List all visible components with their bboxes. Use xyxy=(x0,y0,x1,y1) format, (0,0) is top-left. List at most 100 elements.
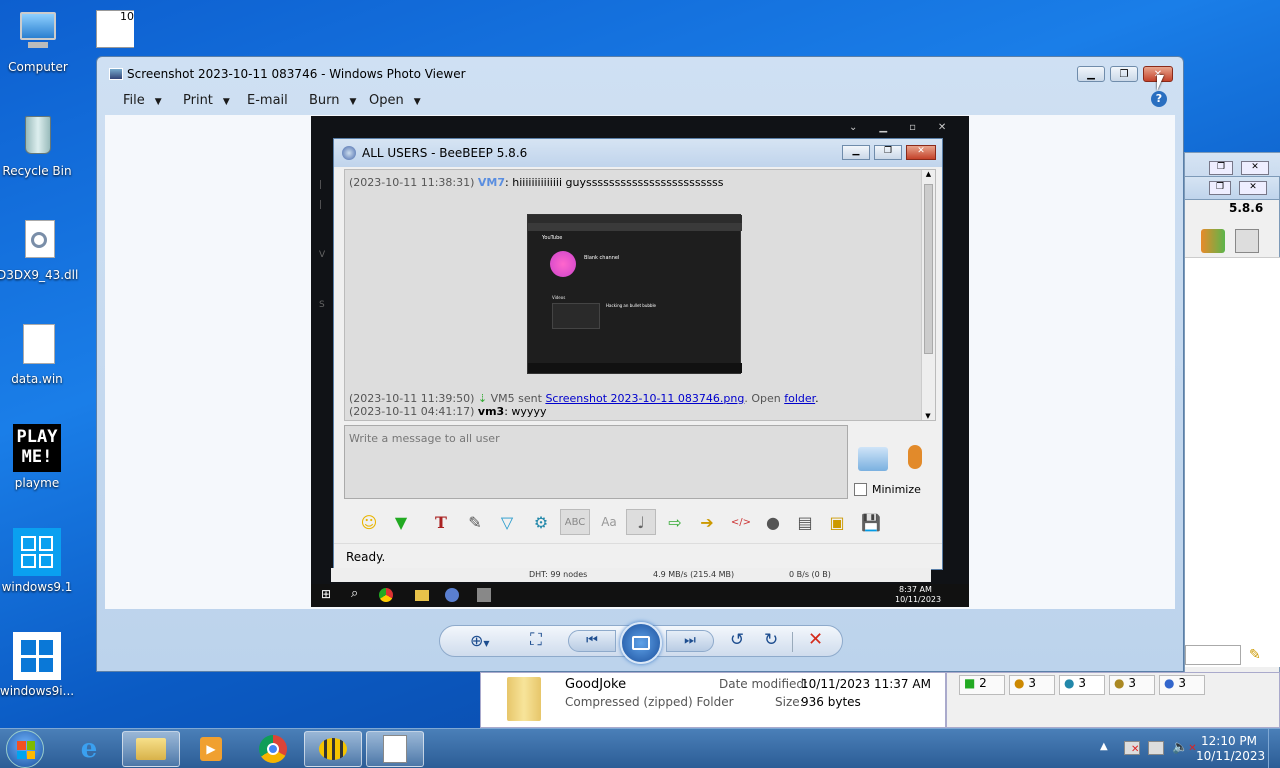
close-button[interactable]: ✕ xyxy=(1241,161,1269,175)
close-button[interactable]: ✕ xyxy=(1239,181,1267,195)
desktop-icon-recycle-bin[interactable]: Recycle Bin xyxy=(0,112,77,178)
desktop-icon-label: Computer xyxy=(8,60,68,74)
menu-burn[interactable]: Burn ▼ xyxy=(309,93,356,108)
message-text: : wyyyy xyxy=(504,405,547,418)
desktop-icon-label: D3DX9_43.dll xyxy=(0,268,79,282)
clock-time: 12:10 PM xyxy=(1201,734,1257,748)
inner-taskbar: ⊞ ⌕ 8:37 AM 10/11/2023 xyxy=(311,584,969,607)
scrollbar: ▲ ▼ xyxy=(921,170,935,420)
computer-icon xyxy=(14,8,62,56)
clear-icon[interactable]: ✎ xyxy=(1249,647,1261,663)
maximize-button[interactable]: ❐ xyxy=(1209,161,1233,175)
menu-open[interactable]: Open ▼ xyxy=(369,93,421,108)
video-thumbnail xyxy=(552,303,600,329)
taskbar-photo-viewer[interactable] xyxy=(366,731,424,767)
background-beebeep-window[interactable]: ❐ ✕ 5.8.6 ✎ xyxy=(1184,152,1280,728)
message-text: . xyxy=(815,392,819,405)
upload-icon[interactable] xyxy=(1201,229,1225,253)
size-label: Size: xyxy=(775,695,804,709)
people-icon: ● xyxy=(1114,676,1125,690)
beebeep-chat-window: ALL USERS - BeeBEEP 5.8.6 ▁ ❐ ✕ (2023-10… xyxy=(333,138,943,570)
show-desktop-button[interactable] xyxy=(1268,729,1280,768)
taskbar-explorer[interactable] xyxy=(122,731,180,767)
menu-file[interactable]: File ▼ xyxy=(123,93,162,108)
rotate-right-icon[interactable]: ↻ xyxy=(764,630,778,650)
minimize-button[interactable]: ▁ xyxy=(1077,66,1105,82)
rotate-left-icon[interactable]: ↺ xyxy=(730,630,744,650)
delete-icon[interactable] xyxy=(1235,229,1259,253)
help-icon[interactable]: ? xyxy=(1151,91,1167,107)
windows-start-icon: ⊞ xyxy=(321,587,332,601)
message-input: Write a message to all user xyxy=(344,425,848,499)
message-user: VM5 xyxy=(490,392,515,405)
previous-button[interactable]: ⏮ xyxy=(568,630,616,652)
explorer-details-pane: GoodJoke Compressed (zipped) Folder Date… xyxy=(480,672,946,728)
tab-files[interactable]: ● 3 xyxy=(1159,675,1205,695)
desktop-icon-label: data.win xyxy=(11,372,63,386)
volume-icon[interactable]: 🔈✕ xyxy=(1172,740,1197,755)
tab-count: 3 xyxy=(1078,676,1086,690)
taskbar-chrome[interactable] xyxy=(244,731,302,767)
folder-link: folder xyxy=(784,392,816,405)
badge-text: 10 xyxy=(120,10,134,23)
menu-print[interactable]: Print ▼ xyxy=(183,93,230,108)
files-icon: ● xyxy=(1164,676,1175,690)
next-button[interactable]: ⏭ xyxy=(666,630,714,652)
channel-name: Blank channel xyxy=(584,255,620,261)
menu-email[interactable]: E-mail xyxy=(247,93,288,108)
start-button[interactable] xyxy=(6,730,44,768)
tab-users[interactable]: ● 3 xyxy=(1009,675,1055,695)
modified-label: Date modified: xyxy=(719,677,809,691)
taskbar-ie[interactable]: e xyxy=(60,731,118,767)
file-name: GoodJoke xyxy=(565,677,627,692)
send-icon xyxy=(858,447,888,471)
minimize-label: Minimize xyxy=(872,483,921,496)
close-button: ✕ xyxy=(906,145,936,160)
file-link: Screenshot 2023-10-11 083746.png xyxy=(545,392,745,405)
zoom-icon[interactable]: ⊕▼ xyxy=(470,631,490,650)
site-label: YouTube xyxy=(542,235,563,241)
tab-chat[interactable]: ■ 2 xyxy=(959,675,1005,695)
maximize-button[interactable]: ❐ xyxy=(1209,181,1231,195)
message-user: vm3 xyxy=(477,405,505,418)
network-icon[interactable]: ✕ xyxy=(1124,741,1140,755)
chat-message: (2023-10-11 11:38:31) VM7: hiiiiiiiiiiii… xyxy=(349,176,724,189)
tab-groups[interactable]: ● 3 xyxy=(1059,675,1105,695)
playme-icon: PLAY ME! xyxy=(13,424,61,472)
desktop-icon-label: windows9i... xyxy=(0,684,75,698)
version-label: 5.8.6 xyxy=(1229,201,1264,215)
taskbar-media-player[interactable]: ▶ xyxy=(182,731,240,767)
clock[interactable]: 12:10 PM 10/11/2023 xyxy=(1196,734,1265,764)
download-speed: 4.9 MB/s (215.4 MB) xyxy=(653,570,735,579)
taskbar-beebeep[interactable] xyxy=(304,731,362,767)
modified-value: 10/11/2023 11:37 AM xyxy=(801,677,931,691)
desktop-icon-windows91[interactable]: windows9.1 xyxy=(0,528,77,594)
tab-people[interactable]: ● 3 xyxy=(1109,675,1155,695)
desktop-icon-dll[interactable]: D3DX9_43.dll xyxy=(0,216,79,282)
windows-icon xyxy=(13,528,61,576)
action-center-icon[interactable] xyxy=(1148,741,1164,755)
inner-status-strip: DHT: 99 nodes 4.9 MB/s (215.4 MB) 0 B/s … xyxy=(331,568,931,582)
desktop-icon-data-win[interactable]: data.win xyxy=(0,320,77,386)
fit-to-window-icon[interactable]: ⛶ xyxy=(530,630,542,650)
desktop-icon-windows9i[interactable]: windows9i... xyxy=(0,632,77,698)
slideshow-button[interactable] xyxy=(620,622,662,664)
message-time: (2023-10-11 11:38:31) xyxy=(349,176,475,189)
chevron-down-icon: ▼ xyxy=(413,97,421,107)
window-title: Screenshot 2023-10-11 083746 - Windows P… xyxy=(127,67,466,81)
notes-icon: ▣ xyxy=(829,512,845,532)
inner-clock-time: 8:37 AM xyxy=(899,585,932,594)
desktop-icon-playme[interactable]: PLAY ME! playme xyxy=(0,424,77,490)
maximize-button[interactable]: ❐ xyxy=(1110,66,1138,82)
desktop-icon-computer[interactable]: Computer xyxy=(0,8,78,74)
bee-icon xyxy=(319,738,347,760)
dll-file-icon xyxy=(13,216,61,264)
delete-icon[interactable]: ✕ xyxy=(808,629,823,650)
search-input[interactable] xyxy=(1185,645,1241,665)
app-icon xyxy=(477,588,491,602)
show-hidden-icons[interactable]: ▲ xyxy=(1100,741,1108,752)
background-window-2[interactable]: ❐ ✕ xyxy=(1184,176,1280,200)
chat-icon: ■ xyxy=(964,676,976,690)
inner-window-controls: ⌄▁▫✕ xyxy=(849,122,969,133)
message-text: . Open xyxy=(744,392,785,405)
